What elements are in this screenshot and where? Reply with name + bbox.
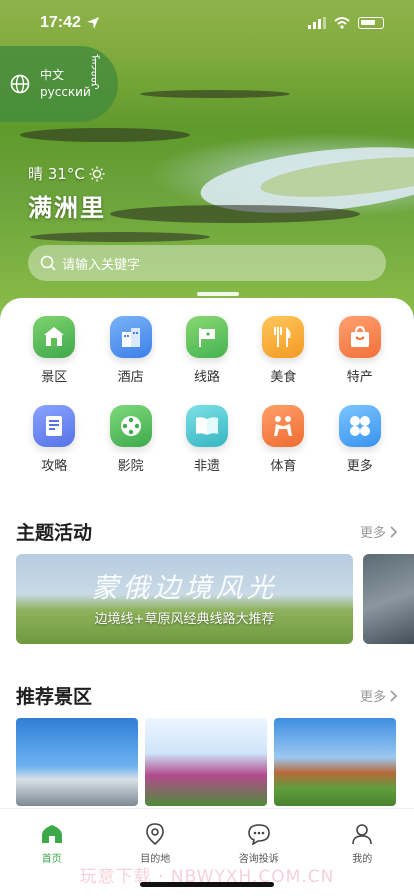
- category-food[interactable]: 美食: [245, 316, 321, 385]
- weather-text: 晴 31°C: [28, 165, 85, 183]
- search-input[interactable]: 请输入关键字: [28, 245, 386, 281]
- category-scenic[interactable]: 景区: [16, 316, 92, 385]
- cinema-reel-icon: [109, 405, 152, 447]
- category-label: 体育: [270, 459, 297, 474]
- status-time: 17:42: [40, 14, 81, 31]
- language-option-chinese[interactable]: 中文: [40, 67, 91, 84]
- theme-banner-next[interactable]: [363, 554, 414, 644]
- recommend-more-link[interactable]: 更多: [360, 686, 398, 705]
- globe-icon: [10, 74, 30, 94]
- search-placeholder: 请输入关键字: [62, 257, 141, 273]
- search-icon: [40, 255, 56, 271]
- category-guide[interactable]: 攻略: [16, 405, 92, 474]
- location-arrow-icon: [86, 17, 99, 29]
- themes-section-title: 主题活动: [16, 522, 93, 544]
- content-sheet: 景区 酒店 线路 美食 特产 攻略 影院 非遗 体育 更多 主题活动 更多 蒙俄…: [0, 298, 414, 808]
- hero-herd: [110, 205, 360, 223]
- scenic-card[interactable]: [145, 718, 267, 806]
- category-label: 攻略: [41, 459, 68, 474]
- heritage-book-icon: [185, 405, 228, 447]
- hotel-icon: [109, 316, 152, 358]
- category-hotel[interactable]: 酒店: [92, 316, 168, 385]
- user-icon: [352, 824, 373, 845]
- scenic-icon: [33, 316, 76, 358]
- city-name: 满洲里: [28, 194, 106, 222]
- category-grid: 景区 酒店 线路 美食 特产 攻略 影院 非遗 体育 更多: [16, 316, 398, 474]
- scenic-card[interactable]: [274, 718, 396, 806]
- location-pin-icon: [146, 823, 165, 845]
- food-icon: [262, 316, 305, 358]
- category-specialty[interactable]: 特产: [322, 316, 398, 385]
- chevron-right-icon: [390, 525, 398, 538]
- category-cinema[interactable]: 影院: [92, 405, 168, 474]
- specialty-bag-icon: [338, 316, 381, 358]
- hero-banner: 17:42 中文 русский ᠮᠠᠨᠵᠤᠤᠷ 晴 31°C 满洲里 请输入关…: [0, 0, 414, 320]
- hero-herd: [140, 90, 290, 98]
- language-switch[interactable]: 中文 русский ᠮᠠᠨᠵᠤᠤᠷ: [0, 46, 118, 122]
- hero-herd: [20, 128, 190, 142]
- route-flag-icon: [185, 316, 228, 358]
- category-route[interactable]: 线路: [169, 316, 245, 385]
- drag-handle[interactable]: [197, 292, 239, 296]
- more-grid-icon: [338, 405, 381, 447]
- language-option-mongolian[interactable]: ᠮᠠᠨᠵᠤᠤᠷ: [85, 54, 104, 90]
- category-label: 酒店: [117, 370, 144, 385]
- hero-herd: [30, 232, 210, 242]
- banner-subtitle: 边境线+草原风经典线路大推荐: [94, 612, 275, 627]
- recommend-section-title: 推荐景区: [16, 686, 93, 708]
- theme-banner[interactable]: 蒙俄边境风光 边境线+草原风经典线路大推荐: [16, 554, 353, 644]
- category-more[interactable]: 更多: [322, 405, 398, 474]
- category-label: 非遗: [193, 459, 220, 474]
- language-option-russian[interactable]: русский: [40, 84, 91, 101]
- home-yurt-icon: [41, 825, 62, 843]
- category-sports[interactable]: 体育: [245, 405, 321, 474]
- category-label: 景区: [41, 370, 68, 385]
- guide-icon: [33, 405, 76, 447]
- sports-wrestling-icon: [262, 405, 305, 447]
- scenic-card[interactable]: [16, 718, 138, 806]
- wifi-icon: [334, 17, 350, 29]
- more-label: 更多: [359, 526, 386, 541]
- home-indicator: [140, 882, 274, 887]
- status-bar: 17:42: [0, 0, 414, 46]
- category-label: 美食: [270, 370, 297, 385]
- signal-icon: [308, 17, 326, 29]
- more-label: 更多: [359, 690, 386, 705]
- sun-icon: [89, 166, 105, 181]
- category-label: 特产: [346, 370, 373, 385]
- category-heritage[interactable]: 非遗: [169, 405, 245, 474]
- themes-more-link[interactable]: 更多: [360, 522, 398, 541]
- battery-icon: [358, 17, 384, 29]
- chat-bubble-icon: [247, 824, 270, 845]
- banner-title: 蒙俄边境风光: [91, 573, 278, 604]
- weather-info: 晴 31°C: [28, 163, 105, 184]
- chevron-right-icon: [390, 689, 398, 702]
- category-label: 更多: [346, 459, 373, 474]
- category-label: 线路: [193, 370, 220, 385]
- category-label: 影院: [117, 459, 144, 474]
